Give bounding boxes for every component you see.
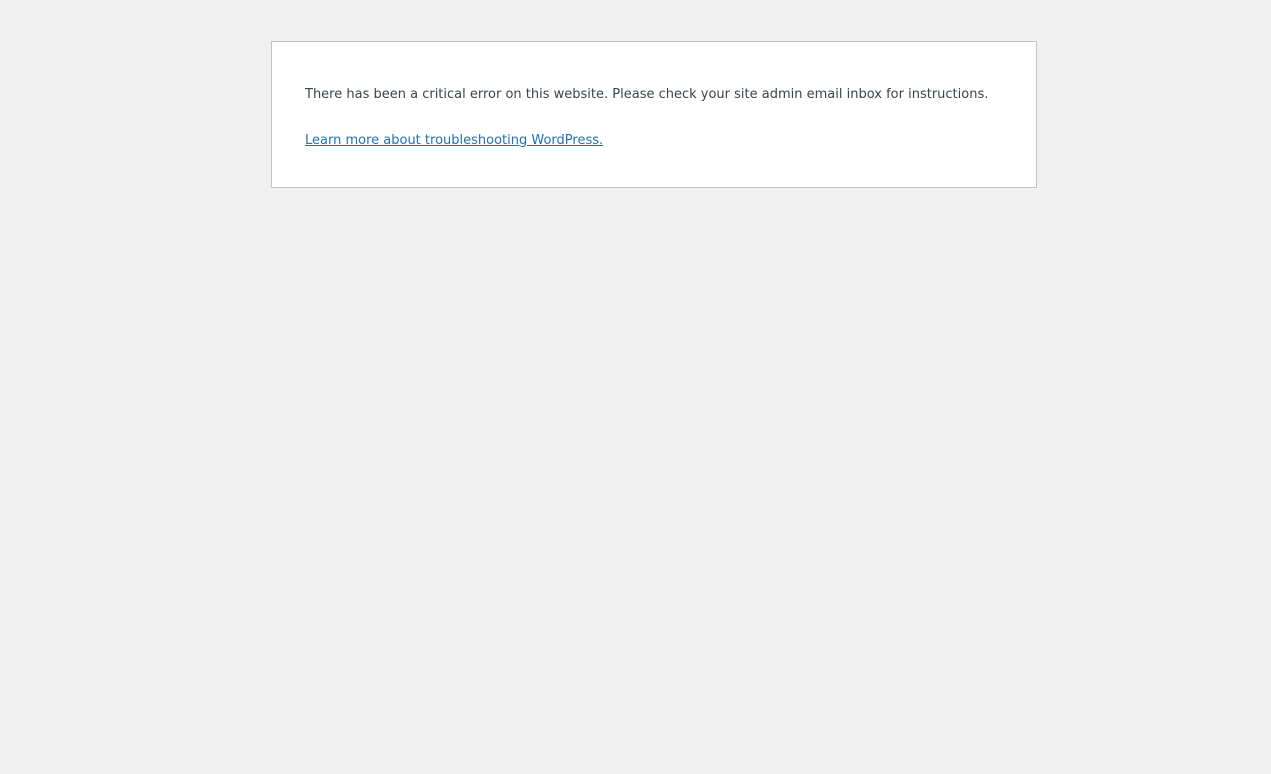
error-panel: There has been a critical error on this … [271, 41, 1037, 188]
troubleshooting-link[interactable]: Learn more about troubleshooting WordPre… [305, 131, 603, 151]
error-message: There has been a critical error on this … [305, 87, 989, 102]
